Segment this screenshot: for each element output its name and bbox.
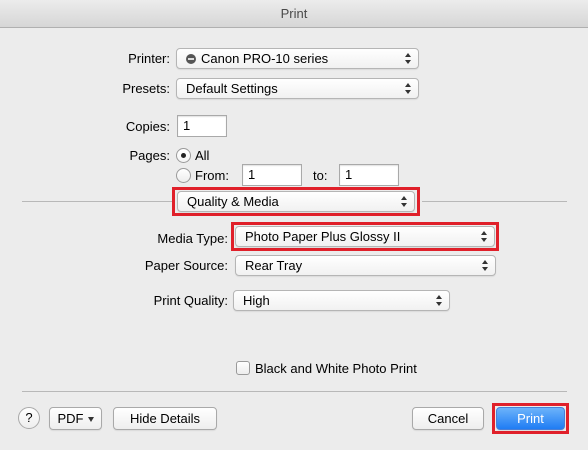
- footer-divider: [22, 391, 567, 392]
- cancel-button[interactable]: Cancel: [412, 407, 484, 430]
- section-divider-left: [22, 201, 172, 202]
- printer-icon: [186, 54, 196, 64]
- popup-arrows-icon: [401, 195, 408, 208]
- paper-source-value: Rear Tray: [245, 258, 303, 273]
- hide-details-button[interactable]: Hide Details: [113, 407, 217, 430]
- media-type-value: Photo Paper Plus Glossy II: [245, 229, 401, 244]
- paper-source-popup[interactable]: Rear Tray: [235, 255, 496, 276]
- help-button[interactable]: ?: [18, 407, 40, 429]
- paper-source-label: Paper Source:: [144, 258, 228, 273]
- bw-photo-label: Black and White Photo Print: [255, 361, 417, 376]
- pages-from-field[interactable]: 1: [242, 164, 302, 186]
- presets-popup[interactable]: Default Settings: [176, 78, 419, 99]
- pdf-menu-button[interactable]: PDF: [49, 407, 102, 430]
- popup-arrows-icon: [482, 259, 489, 272]
- copies-field[interactable]: 1: [177, 115, 227, 137]
- printer-label: Printer:: [128, 51, 170, 66]
- popup-arrows-icon: [405, 82, 412, 95]
- panel-selector-popup[interactable]: Quality & Media: [177, 191, 415, 212]
- pages-to-field[interactable]: 1: [339, 164, 399, 186]
- printer-popup[interactable]: Canon PRO-10 series: [176, 48, 419, 69]
- panel-selector-value: Quality & Media: [187, 194, 279, 209]
- popup-arrows-icon: [436, 294, 443, 307]
- window-titlebar: Print: [0, 0, 588, 28]
- copies-label: Copies:: [125, 119, 170, 134]
- presets-value: Default Settings: [186, 81, 278, 96]
- pages-all-label: All: [195, 148, 210, 163]
- presets-label: Presets:: [122, 81, 170, 96]
- pages-all-radio[interactable]: [176, 148, 191, 163]
- bw-photo-checkbox[interactable]: [236, 361, 250, 375]
- pages-to-label: to:: [313, 168, 328, 183]
- print-quality-popup[interactable]: High: [233, 290, 450, 311]
- window-title: Print: [280, 6, 308, 21]
- print-button[interactable]: Print: [496, 407, 565, 430]
- pdf-label: PDF: [57, 411, 84, 426]
- media-type-label: Media Type:: [157, 231, 228, 246]
- print-quality-label: Print Quality:: [153, 293, 228, 308]
- media-type-popup[interactable]: Photo Paper Plus Glossy II: [235, 226, 495, 247]
- print-quality-value: High: [243, 293, 270, 308]
- popup-arrows-icon: [481, 230, 488, 243]
- popup-arrows-icon: [405, 52, 412, 65]
- pages-label: Pages:: [129, 148, 170, 163]
- section-divider-right: [422, 201, 567, 202]
- chevron-down-icon: [87, 417, 94, 422]
- pages-from-label: From:: [195, 168, 229, 183]
- printer-value: Canon PRO-10 series: [201, 51, 329, 66]
- pages-from-radio[interactable]: [176, 168, 191, 183]
